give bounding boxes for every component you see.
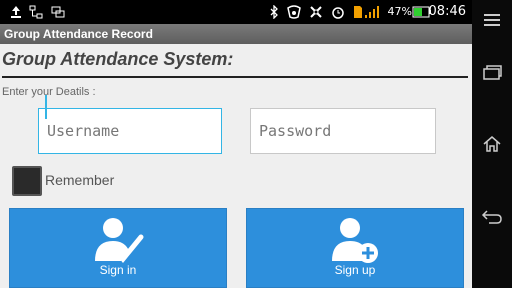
text-cursor bbox=[45, 95, 47, 119]
recent-apps-icon[interactable] bbox=[480, 60, 504, 84]
page-heading: Group Attendance System: bbox=[2, 49, 234, 69]
navigation-bar bbox=[472, 0, 512, 288]
app-window: Group Attendance Record Group Attendance… bbox=[0, 24, 472, 288]
home-icon[interactable] bbox=[480, 132, 504, 156]
sign-up-button[interactable]: Sign up bbox=[246, 208, 464, 288]
screen-icon bbox=[50, 4, 66, 20]
nfc-icon bbox=[286, 4, 302, 20]
sign-in-button[interactable]: Sign in bbox=[9, 208, 227, 288]
back-icon[interactable] bbox=[480, 205, 504, 229]
password-input[interactable] bbox=[250, 108, 436, 154]
upload-icon bbox=[8, 4, 24, 20]
status-bar: 47% 08:46 bbox=[0, 0, 472, 24]
sign-in-label: Sign in bbox=[99, 263, 137, 277]
app-title-bar: Group Attendance Record bbox=[0, 24, 472, 44]
signal-icon bbox=[364, 4, 380, 20]
sign-up-label: Sign up bbox=[334, 263, 376, 277]
user-add-icon bbox=[328, 215, 382, 265]
remember-checkbox[interactable] bbox=[12, 166, 42, 196]
heading-divider bbox=[2, 76, 468, 78]
battery-percent: 47% bbox=[387, 5, 412, 18]
username-input[interactable] bbox=[38, 108, 222, 154]
user-check-icon bbox=[91, 215, 145, 265]
bluetooth-icon bbox=[266, 4, 282, 20]
alarm-icon bbox=[330, 4, 346, 20]
network-icon bbox=[28, 4, 44, 20]
remember-label: Remember bbox=[45, 172, 115, 188]
menu-icon[interactable] bbox=[480, 8, 504, 32]
status-time: 08:46 bbox=[428, 4, 466, 19]
details-label: Enter your Deatils : bbox=[2, 86, 96, 98]
signal-off-icon bbox=[308, 4, 324, 20]
